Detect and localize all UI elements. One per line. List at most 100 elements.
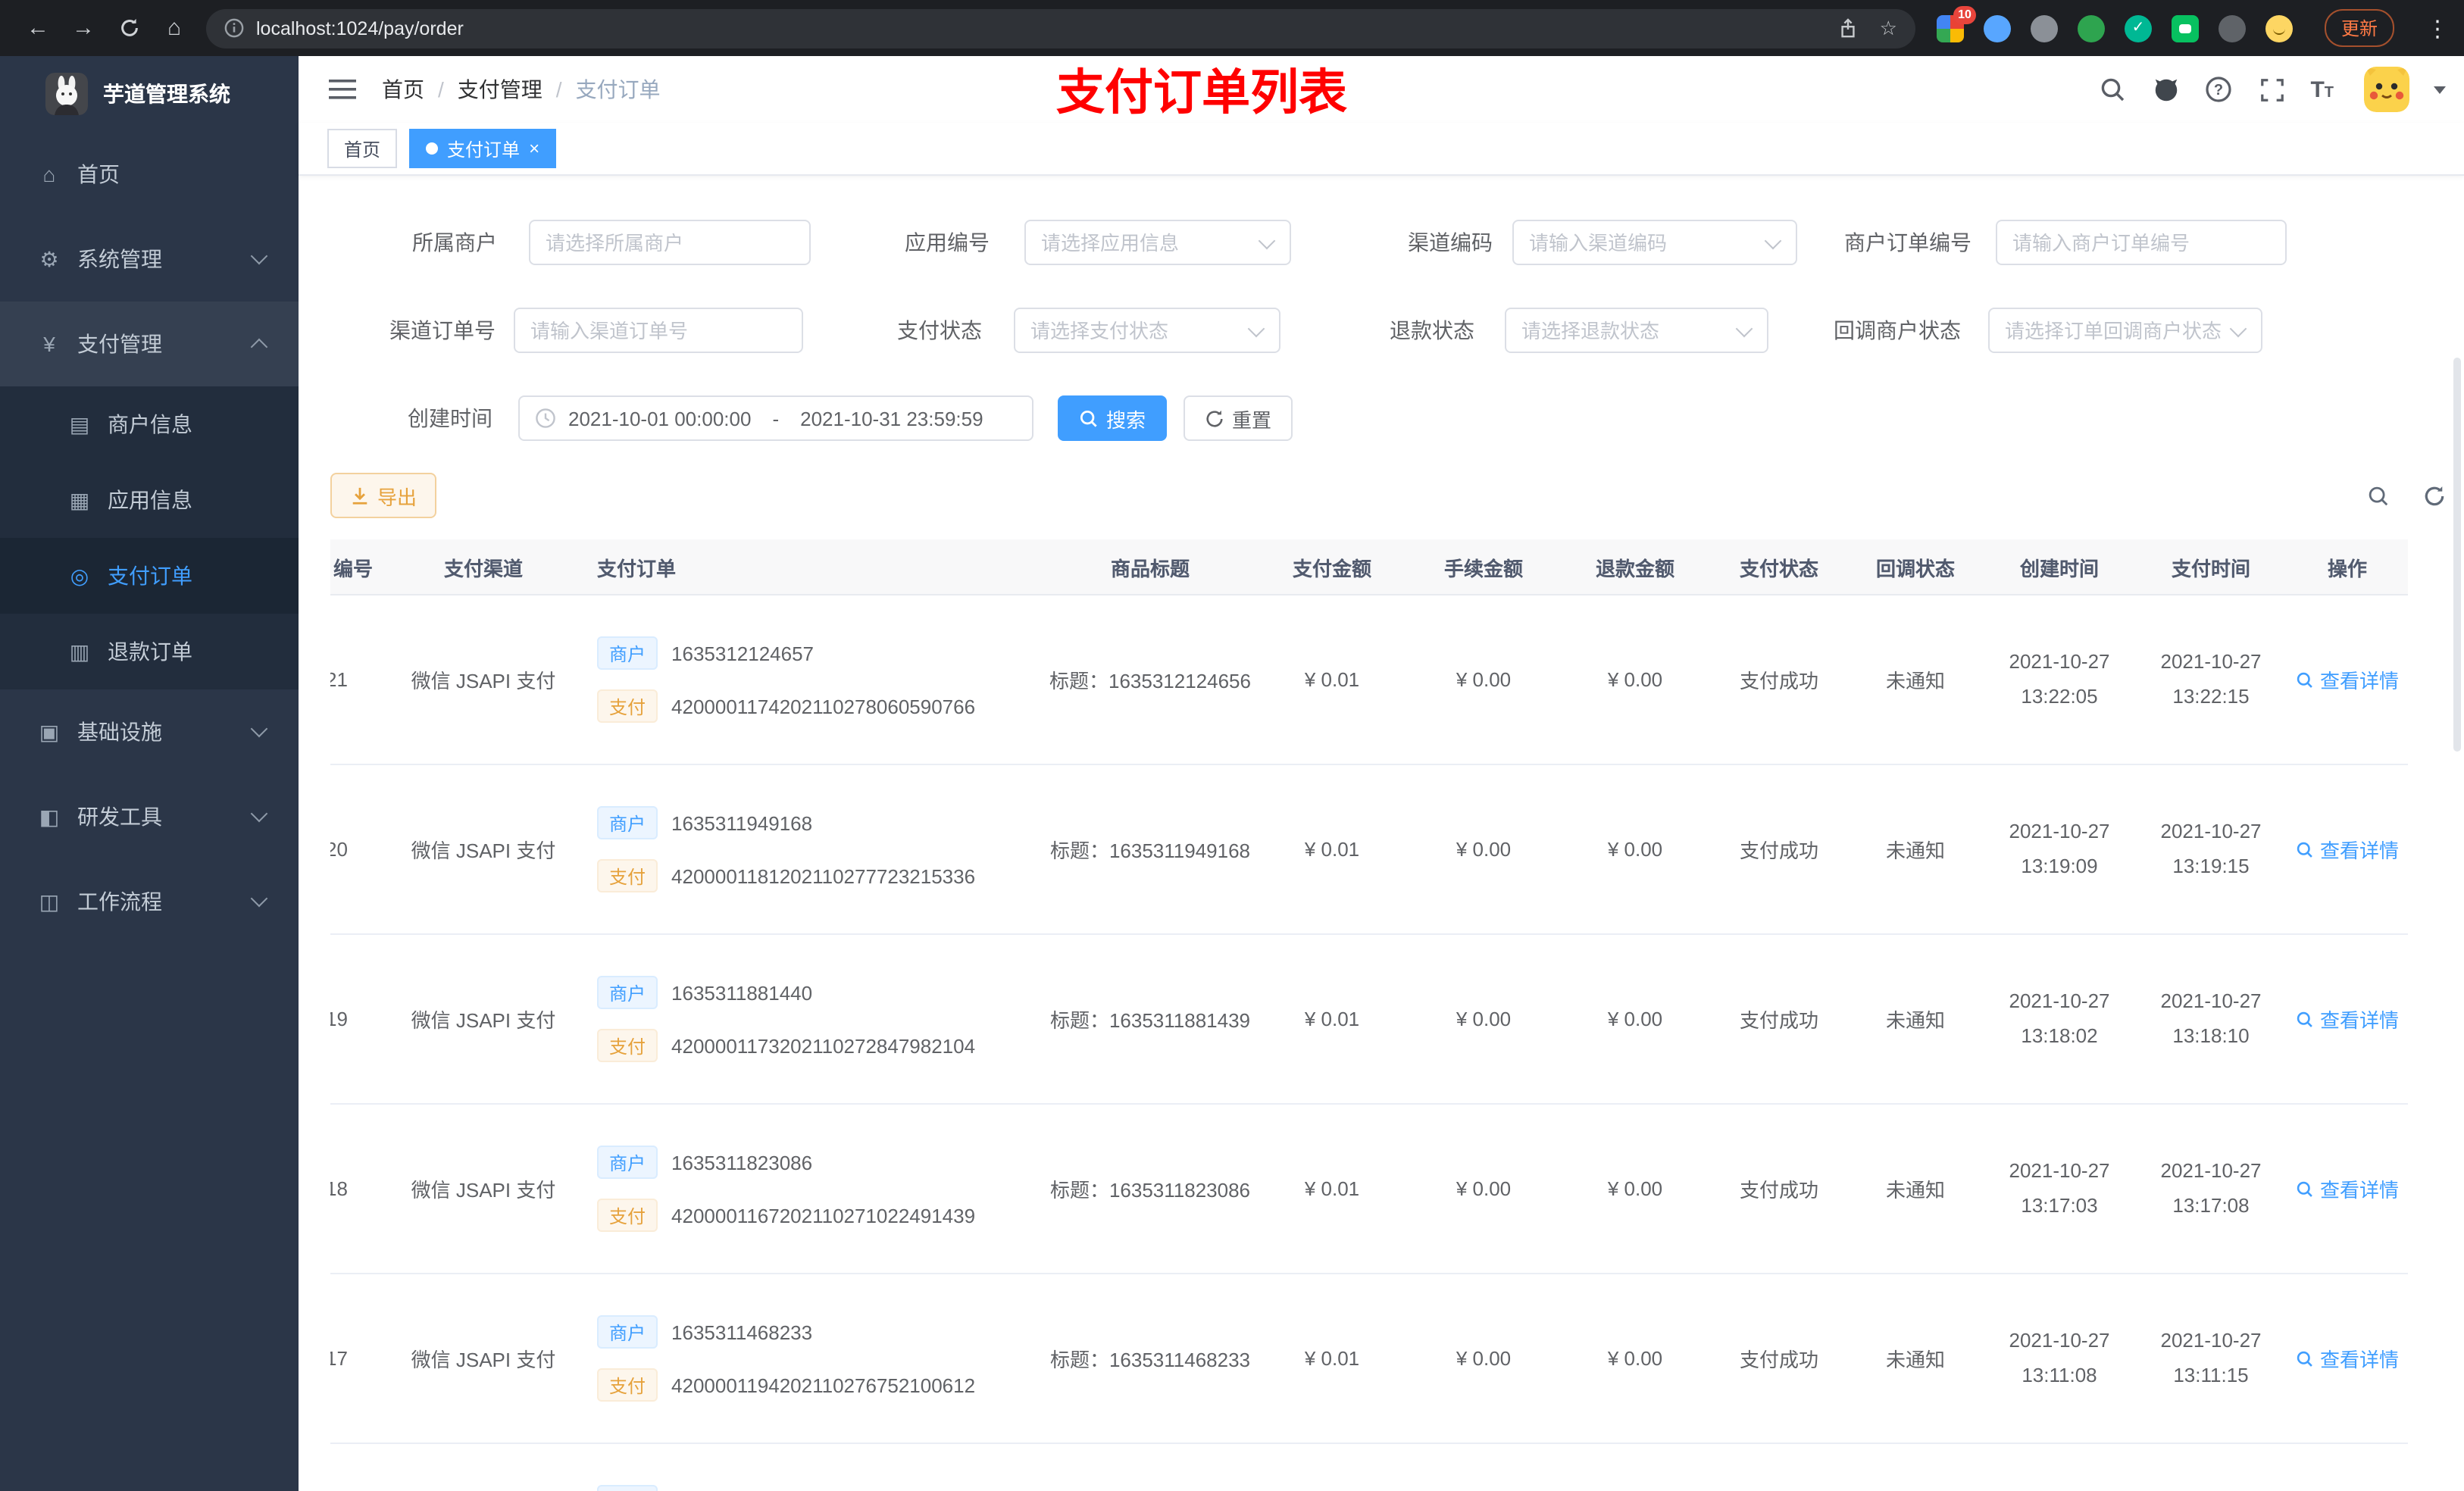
breadcrumb-payment[interactable]: 支付管理 — [458, 74, 543, 105]
table-row: 商户 1635311157 支付 查看详情 — [330, 1444, 2408, 1491]
browser-update-button[interactable]: 更新 — [2324, 9, 2394, 47]
search-button[interactable]: 搜索 — [1058, 395, 1167, 441]
merchant-tag: 商户 — [597, 1485, 658, 1491]
pay-status-select[interactable] — [1014, 308, 1280, 353]
reload-icon[interactable] — [106, 7, 152, 49]
create-time-cell: 2021-10-27 13:18:02 — [2009, 989, 2110, 1047]
filter-label-merchant-order-no: 商户订单编号 — [1844, 230, 1972, 255]
merchant-order-no-input[interactable] — [1996, 220, 2287, 265]
merchant-tag: 商户 — [597, 976, 658, 1009]
refund-status-select[interactable] — [1505, 308, 1768, 353]
tab-close-icon[interactable]: × — [529, 139, 539, 158]
table-search-toggle-icon[interactable] — [2359, 477, 2396, 514]
extension-icon-blue[interactable] — [1983, 14, 2011, 42]
sidebar-item-home[interactable]: ⌂ 首页 — [0, 132, 299, 217]
sidebar-item-pay-order[interactable]: ◎ 支付订单 — [0, 538, 299, 614]
pay-line: 支付 4200001167202110271022491439 — [597, 1199, 1044, 1232]
pay-amount-cell: ¥ 0.01 — [1304, 1008, 1360, 1030]
browser-menu-icon[interactable]: ⋮ — [2426, 14, 2449, 42]
document-icon: ▥ — [69, 639, 90, 663]
forward-icon[interactable]: → — [61, 7, 106, 49]
pay-amount-cell: ¥ 0.01 — [1304, 668, 1360, 691]
yen-icon: ¥ — [43, 332, 55, 356]
channel-code-select[interactable] — [1512, 220, 1797, 265]
pay-order-cell: 商户 1635311823086 支付 42000011672021102710… — [567, 1105, 1044, 1273]
svg-text:?: ? — [2214, 82, 2223, 98]
extension-icon-check[interactable]: ✓ — [2124, 14, 2152, 42]
sidebar-item-infra[interactable]: ▣ 基础设施 — [0, 689, 299, 774]
extension-icon-colorful[interactable]: 10 — [1936, 5, 1976, 42]
back-icon[interactable]: ← — [15, 7, 61, 49]
product-title-cell: 标题：1635311468233 — [1049, 1349, 1251, 1371]
bookmark-star-icon[interactable]: ☆ — [1880, 16, 1897, 40]
sidebar-item-refund-order[interactable]: ▥ 退款订单 — [0, 614, 299, 689]
view-detail-link[interactable]: 查看详情 — [2296, 1005, 2399, 1033]
extension-icon-dark[interactable] — [2218, 14, 2246, 42]
pay-channel-cell: 微信 JSAPI 支付 — [411, 670, 556, 692]
search-icon[interactable] — [2098, 75, 2127, 104]
pay-status-cell: 支付成功 — [1739, 1009, 1818, 1032]
extension-icon-green[interactable] — [2077, 14, 2105, 42]
export-button[interactable]: 导出 — [330, 473, 437, 518]
profile-avatar-icon[interactable] — [2265, 14, 2293, 42]
fee-amount-cell: ¥ 0.00 — [1456, 1347, 1512, 1370]
chevron-down-icon — [250, 247, 268, 265]
app-title: 芋道管理系统 — [103, 82, 230, 106]
create-time-range-picker[interactable]: 2021-10-01 00:00:00 - 2021-10-31 23:59:5… — [518, 395, 1033, 441]
help-icon[interactable]: ? — [2204, 75, 2233, 104]
merchant-line: 商户 1635311157 — [597, 1485, 1044, 1491]
scrollbar-thumb[interactable] — [2453, 358, 2461, 752]
workflow-icon: ◫ — [39, 889, 60, 913]
sidebar-item-system[interactable]: ⚙ 系统管理 — [0, 217, 299, 302]
reset-button[interactable]: 重置 — [1184, 395, 1293, 441]
table-refresh-icon[interactable] — [2416, 477, 2452, 514]
order-id-cell: 18 — [330, 1177, 348, 1200]
fullscreen-icon[interactable] — [2257, 75, 2286, 104]
logo[interactable]: 芋道管理系统 — [0, 56, 299, 132]
pay-tag: 支付 — [597, 1199, 658, 1232]
sidebar-item-devtools[interactable]: ◧ 研发工具 — [0, 774, 299, 859]
pay-time-cell: 2021-10-27 13:22:15 — [2160, 649, 2262, 708]
tab-bar: 首页 支付订单 × — [299, 123, 2464, 176]
search-icon — [2297, 1180, 2312, 1196]
channel-order-no-input[interactable] — [514, 308, 803, 353]
filter-label-refund-status: 退款状态 — [1390, 318, 1474, 342]
tab-home[interactable]: 首页 — [327, 129, 398, 168]
order-id-cell: 19 — [330, 1008, 348, 1030]
merchant-select[interactable] — [529, 220, 811, 265]
pay-line: 支付 4200001181202110277723215336 — [597, 859, 1044, 892]
notify-status-select[interactable] — [1988, 308, 2262, 353]
tab-pay-order[interactable]: 支付订单 × — [409, 129, 557, 168]
view-detail-link[interactable]: 查看详情 — [2296, 1174, 2399, 1203]
avatar-caret-icon[interactable] — [2434, 86, 2446, 93]
share-icon[interactable] — [1839, 17, 1859, 39]
sidebar-item-workflow[interactable]: ◫ 工作流程 — [0, 859, 299, 944]
merchant-line: 商户 1635311823086 — [597, 1146, 1044, 1179]
date-start: 2021-10-01 00:00:00 — [568, 407, 752, 430]
sidebar-item-payment[interactable]: ¥ 支付管理 — [0, 302, 299, 386]
merchant-line: 商户 1635311468233 — [597, 1315, 1044, 1349]
sidebar-item-merchant-info[interactable]: ▤ 商户信息 — [0, 386, 299, 462]
address-bar[interactable]: localhost:1024/pay/order ☆ — [206, 8, 1915, 48]
refresh-icon — [1206, 409, 1223, 427]
font-size-icon[interactable]: TT — [2310, 77, 2334, 102]
search-icon — [2297, 1011, 2312, 1027]
home-icon[interactable]: ⌂ — [152, 7, 197, 49]
action-cell: 查看详情 — [2287, 665, 2408, 694]
app-select[interactable] — [1024, 220, 1291, 265]
notify-status-cell: 未通知 — [1885, 839, 1945, 862]
product-title-cell: 标题：1635311949168 — [1049, 839, 1251, 862]
pay-time-cell: 2021-10-27 13:19:15 — [2160, 819, 2262, 877]
view-detail-link[interactable]: 查看详情 — [2296, 665, 2399, 694]
view-detail-link[interactable]: 查看详情 — [2296, 835, 2399, 864]
sidebar-collapse-icon[interactable] — [327, 74, 358, 105]
sidebar-item-app-info[interactable]: ▦ 应用信息 — [0, 462, 299, 538]
view-detail-link[interactable]: 查看详情 — [2296, 1344, 2399, 1373]
search-icon — [1080, 409, 1097, 427]
github-icon[interactable] — [2151, 75, 2180, 104]
user-avatar[interactable] — [2364, 67, 2409, 112]
breadcrumb-home[interactable]: 首页 — [382, 74, 424, 105]
order-id-cell: 20 — [330, 838, 348, 861]
extension-icon-chat[interactable] — [2171, 14, 2199, 42]
extension-icon-gray[interactable] — [2030, 14, 2058, 42]
